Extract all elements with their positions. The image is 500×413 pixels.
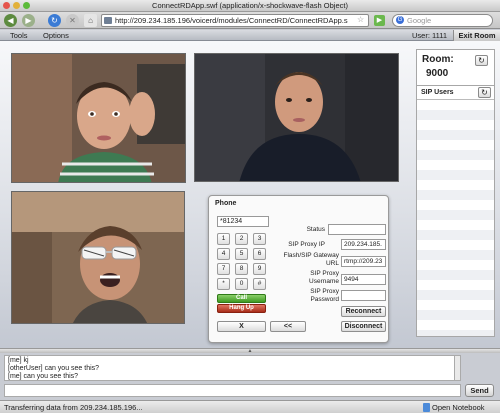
video-participant-2 [195,54,398,181]
hang-up-button[interactable]: Hang Up [217,304,266,313]
back-icon[interactable]: ◀ [4,14,17,27]
key-hash[interactable]: # [253,278,266,290]
exit-room-button[interactable]: Exit Room [453,30,500,41]
key-2[interactable]: 2 [235,233,248,245]
home-icon[interactable]: ⌂ [84,14,97,27]
reload-icon[interactable]: ↻ [48,14,61,27]
url-text: http://209.234.185.196/voicerd/modules/C… [115,16,348,25]
room-number: 9000 [426,68,449,79]
go-icon[interactable]: ▶ [374,15,385,26]
room-title: Room: [422,54,454,65]
browser-status-bar: Transferring data from 209.234.185.196..… [0,400,500,413]
sip-users-header: SIP Users ↻ [417,86,494,100]
chat-log: [me] kj [otherUser] can you see this? [m… [4,355,461,381]
search-placeholder: Google [407,16,432,25]
conference-stage: Room: 9000 ↻ SIP Users ↻ Phone *81234 1 … [0,41,500,348]
gateway-url-label: Flash/SIP Gateway URL [283,252,339,267]
video-participant-3 [12,192,184,323]
room-refresh-icon[interactable]: ↻ [475,55,488,66]
sip-users-panel: SIP Users ↻ [416,85,495,337]
bookmark-star-icon[interactable]: ☆ [357,15,364,24]
chat-scrollbar[interactable] [454,355,461,381]
phone-panel: Phone *81234 1 2 3 4 5 6 7 8 9 * 0 # Cal… [208,195,389,343]
chat-input[interactable] [4,384,461,397]
proxy-username-input[interactable]: 9494 [341,274,386,285]
backspace-button[interactable]: << [270,321,306,332]
url-field[interactable]: http://209.234.185.196/voicerd/modules/C… [101,14,369,27]
app-menu-bar: Tools Options User: 1111 Exit Room [0,30,500,41]
zoom-window-icon[interactable] [23,2,30,9]
minimize-window-icon[interactable] [13,2,20,9]
site-favicon-icon [104,17,112,24]
key-6[interactable]: 6 [253,248,266,260]
video-feed-3 [11,191,185,324]
chat-line: [me] can you see this? [8,373,79,380]
video-participant-1 [12,54,185,182]
browser-toolbar: ◀ ▶ ↻ ✕ ⌂ http://209.234.185.196/voicerd… [0,12,500,29]
key-9[interactable]: 9 [253,263,266,275]
collapse-arrow-icon[interactable]: ▲ [248,348,253,354]
video-feed-1 [11,53,186,183]
proxy-username-label: SIP Proxy Username [309,270,339,285]
key-4[interactable]: 4 [217,248,230,260]
stop-icon[interactable]: ✕ [66,14,79,27]
call-button[interactable]: Call [217,294,266,303]
window-title: ConnectRDApp.swf (application/x-shockwav… [152,1,348,10]
key-7[interactable]: 7 [217,263,230,275]
sip-users-list[interactable] [417,100,494,336]
menu-options[interactable]: Options [43,30,69,41]
proxy-ip-label: SIP Proxy IP [288,241,325,248]
google-search-icon: G [396,16,404,24]
key-5[interactable]: 5 [235,248,248,260]
menu-tools[interactable]: Tools [10,30,28,41]
status-field [328,224,386,235]
proxy-ip-input[interactable]: 209.234.185. [341,239,386,250]
panel-divider[interactable]: ▲ [0,348,500,354]
reconnect-button[interactable]: Reconnect [341,306,386,317]
key-star[interactable]: * [217,278,230,290]
disconnect-button[interactable]: Disconnect [341,321,386,332]
window-controls [3,2,30,9]
open-notebook-link[interactable]: Open Notebook [432,403,485,412]
phone-title: Phone [215,200,237,207]
window-title-bar: ConnectRDApp.swf (application/x-shockwav… [0,0,500,12]
key-3[interactable]: 3 [253,233,266,245]
gateway-url-input[interactable]: rtmp://209.23 [341,256,386,267]
close-window-icon[interactable] [3,2,10,9]
proxy-password-label: SIP Proxy Password [310,288,339,303]
sip-users-title: SIP Users [421,89,454,96]
dial-number-input[interactable]: *81234 [217,216,269,227]
current-user-label: User: 1111 [412,31,448,40]
key-1[interactable]: 1 [217,233,230,245]
clear-button[interactable]: X [217,321,266,332]
video-feed-2 [194,53,399,182]
sip-refresh-icon[interactable]: ↻ [478,87,491,98]
notebook-icon[interactable] [423,403,430,412]
send-button[interactable]: Send [465,384,494,397]
status-text: Transferring data from 209.234.185.196..… [4,403,143,412]
room-panel: Room: 9000 ↻ [416,49,495,86]
key-8[interactable]: 8 [235,263,248,275]
search-input[interactable]: G Google [392,14,493,27]
forward-icon[interactable]: ▶ [22,14,35,27]
proxy-password-input[interactable] [341,290,386,301]
key-0[interactable]: 0 [235,278,248,290]
status-label: Status [306,226,325,233]
